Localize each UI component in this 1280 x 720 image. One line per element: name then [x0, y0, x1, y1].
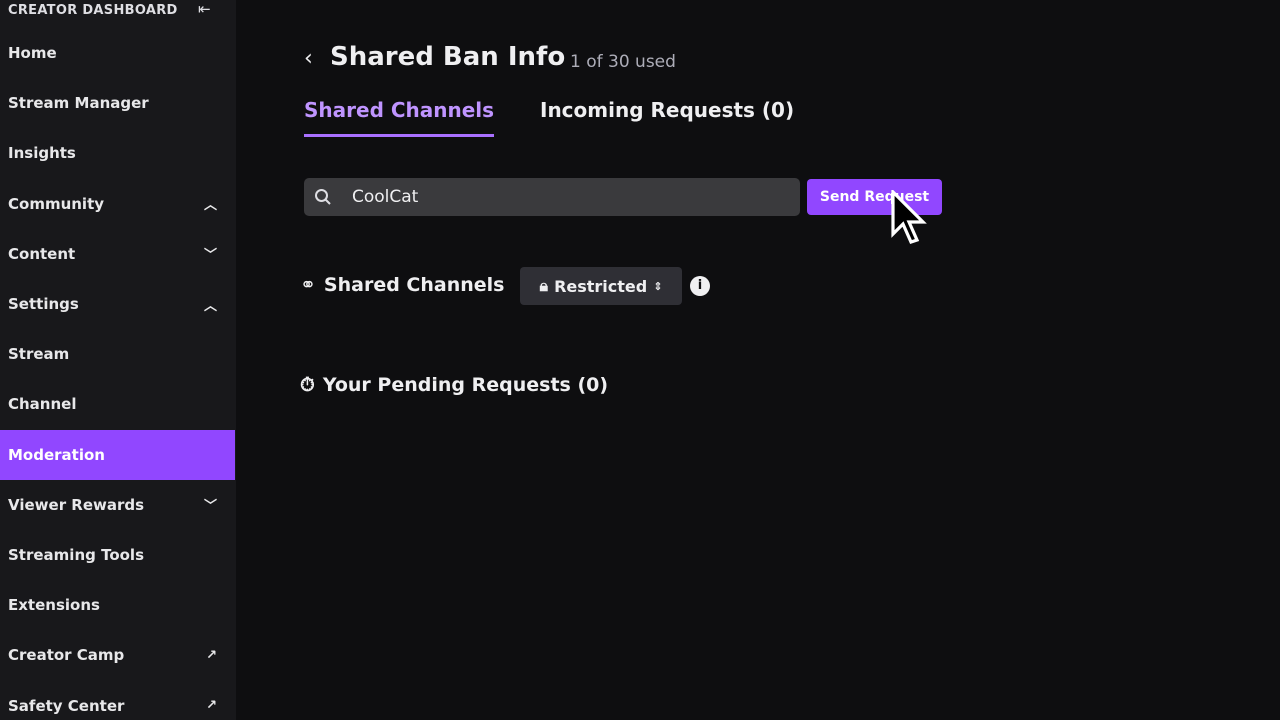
tab-shared-channels[interactable]: Shared Channels [304, 98, 495, 137]
sidebar-item-home[interactable]: Home [0, 28, 235, 78]
collapse-sidebar-icon[interactable]: ⇤ [198, 0, 211, 18]
sidebar-item-label: Community [8, 194, 105, 213]
sidebar-item-label: Home [8, 44, 57, 62]
page-title: Shared Ban Info [330, 42, 566, 72]
sidebar-item-label: Settings [8, 295, 79, 313]
shared-channels-heading: ⚭ Shared Channels [300, 274, 505, 296]
tab-incoming-requests[interactable]: Incoming Requests (0) [540, 98, 794, 122]
pending-requests-heading: ⏱︎ Your Pending Requests (0) [300, 374, 609, 396]
main-content: ‹ Shared Ban Info 1 of 30 used Shared Ch… [236, 0, 1280, 720]
info-icon[interactable]: i [690, 276, 710, 296]
external-link-icon: ↗ [206, 647, 217, 663]
sidebar-item-settings[interactable]: Settings ︿ [0, 279, 235, 329]
search-icon [315, 189, 331, 205]
sidebar-item-creator-camp[interactable]: Creator Camp ↗ [0, 630, 235, 680]
sidebar-item-label: Viewer Rewards [8, 495, 145, 514]
sidebar-item-community[interactable]: Community ︿ [0, 179, 235, 229]
sidebar-item-moderation[interactable]: Moderation [0, 429, 235, 480]
sidebar-item-label: Extensions [8, 596, 100, 615]
sidebar-item-channel[interactable]: Channel [0, 379, 235, 429]
sidebar-item-streaming-tools[interactable]: Streaming Tools [0, 530, 235, 580]
timer-icon: ⏱︎ [300, 374, 315, 396]
back-chevron-icon[interactable]: ‹ [304, 46, 313, 71]
sidebar-item-content[interactable]: Content ﹀ [0, 229, 235, 279]
restriction-dropdown[interactable]: 🔒︎ Restricted ⇕ [520, 267, 682, 305]
sort-arrows-icon: ⇕ [653, 279, 663, 293]
sidebar-item-label: Stream Manager [8, 94, 149, 113]
sidebar-item-stream-manager[interactable]: Stream Manager [0, 78, 235, 128]
external-link-icon: ↗ [206, 698, 217, 714]
sidebar-header: CREATOR DASHBOARD [8, 3, 178, 18]
sidebar-item-label: Channel [8, 395, 77, 414]
sidebar-item-viewer-rewards[interactable]: Viewer Rewards ﹀ [0, 480, 235, 530]
usage-count: 1 of 30 used [570, 52, 676, 72]
chevron-down-icon: ﹀ [203, 248, 217, 264]
search-field[interactable] [304, 178, 800, 216]
link-icon: ⚭ [300, 274, 316, 296]
sidebar-item-extensions[interactable]: Extensions [0, 580, 235, 630]
sidebar-item-label: Moderation [8, 445, 105, 464]
search-input[interactable] [352, 187, 752, 207]
chevron-down-icon: ﹀ [203, 499, 217, 515]
chevron-up-icon: ︿ [203, 198, 217, 214]
sidebar-item-label: Content [8, 244, 76, 263]
sidebar-item-insights[interactable]: Insights [0, 128, 235, 178]
lock-icon: 🔒︎ [539, 276, 549, 295]
sidebar-item-label: Insights [8, 144, 76, 163]
sidebar-item-label: Streaming Tools [8, 546, 144, 564]
chevron-up-icon: ︿ [203, 298, 217, 314]
sidebar-item-safety-center[interactable]: Safety Center ↗ [0, 681, 235, 720]
sidebar-item-label: Creator Camp [8, 646, 125, 665]
mouse-cursor-icon [891, 190, 927, 244]
sidebar-item-label: Safety Center [8, 696, 125, 715]
sidebar-item-label: Stream [8, 345, 70, 364]
sidebar: CREATOR DASHBOARD ⇤ Home Stream Manager In… [0, 0, 236, 720]
sidebar-item-stream[interactable]: Stream [0, 329, 235, 379]
